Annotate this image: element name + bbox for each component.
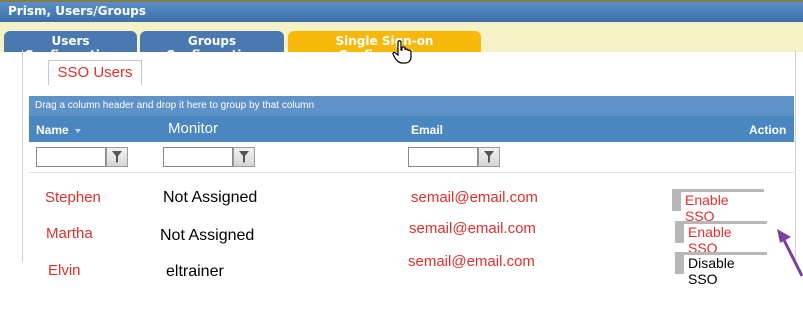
- funnel-icon: [239, 151, 249, 163]
- tab-groups-configuration[interactable]: Groups Configuration: [140, 31, 284, 62]
- column-header-email[interactable]: Email: [411, 123, 443, 137]
- row-email-martha: semail@email.com: [409, 220, 536, 237]
- disable-sso-button[interactable]: Disable SSO: [675, 252, 767, 287]
- group-by-bar[interactable]: Drag a column header and drop it here to…: [29, 96, 794, 116]
- subtab-sso-users[interactable]: SSO Users: [48, 60, 142, 85]
- name-filter-input[interactable]: [36, 147, 106, 167]
- tab-users-configuration[interactable]: Users Configuration: [4, 31, 137, 62]
- email-filter-button[interactable]: [478, 147, 500, 167]
- column-header-name[interactable]: Name: [36, 123, 81, 137]
- row-email-elvin: semail@email.com: [408, 253, 535, 270]
- row-email-stephen: semail@email.com: [411, 189, 538, 206]
- row-name-elvin: Elvin: [48, 262, 81, 279]
- row-name-stephen: Stephen: [45, 189, 101, 206]
- tab-single-sign-on-configuration[interactable]: Single Sign-on Configuration: [288, 31, 481, 62]
- row-monitor-martha: Not Assigned: [160, 227, 255, 244]
- funnel-icon: [484, 151, 494, 163]
- arrow-annotation-icon: [777, 229, 803, 277]
- sort-desc-icon: [74, 128, 81, 133]
- column-header-monitor[interactable]: Monitor: [168, 120, 218, 137]
- enable-sso-button[interactable]: Enable SSO: [672, 189, 764, 224]
- enable-sso-label: Enable SSO: [681, 192, 764, 224]
- row-name-martha: Martha: [46, 225, 93, 242]
- disable-sso-label: Disable SSO: [684, 255, 767, 287]
- window-title: Prism, Users/Groups: [8, 4, 146, 18]
- funnel-icon: [112, 151, 122, 163]
- window-titlebar: Prism, Users/Groups: [0, 0, 803, 22]
- email-filter-input[interactable]: [408, 147, 478, 167]
- enable-sso-button[interactable]: Enable SSO: [675, 221, 767, 256]
- row-monitor-elvin: eltrainer: [166, 263, 224, 280]
- monitor-filter-button[interactable]: [233, 147, 255, 167]
- hand-pointer-icon: [392, 40, 412, 64]
- filter-row: [29, 142, 794, 173]
- name-filter-button[interactable]: [106, 147, 128, 167]
- monitor-filter-input[interactable]: [163, 147, 233, 167]
- column-header-name-label: Name: [36, 123, 69, 137]
- row-monitor-stephen: Not Assigned: [163, 189, 258, 206]
- column-header-action[interactable]: Action: [749, 123, 786, 137]
- grid-header: Name Monitor Email Action: [29, 116, 794, 142]
